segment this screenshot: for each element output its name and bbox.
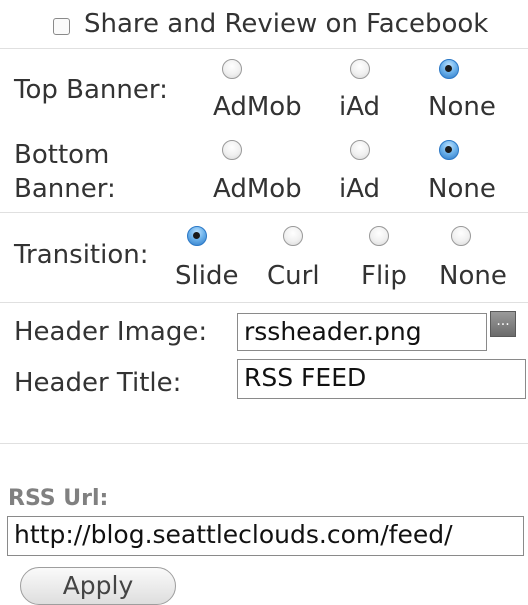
top-banner-option-admob: AdMob (213, 92, 302, 122)
transition-radio-none[interactable] (451, 226, 471, 246)
top-banner-option-none: None (428, 92, 496, 122)
header-image-field[interactable]: rssheader.png (237, 313, 487, 351)
divider (0, 443, 528, 444)
transition-radio-flip[interactable] (369, 226, 389, 246)
transition-label: Transition: (14, 240, 149, 270)
bottom-banner-label-line2: Banner: (14, 174, 116, 204)
bottom-banner-radio-iad[interactable] (350, 140, 370, 160)
transition-option-curl: Curl (267, 261, 320, 291)
transition-radio-curl[interactable] (283, 226, 303, 246)
apply-button[interactable]: Apply (20, 567, 176, 605)
header-image-label: Header Image: (14, 317, 208, 347)
header-image-browse-button[interactable]: ... (490, 311, 516, 337)
share-facebook-checkbox[interactable] (53, 18, 70, 35)
divider (0, 48, 528, 49)
divider (0, 212, 528, 213)
header-title-field[interactable]: RSS FEED (237, 359, 526, 399)
bottom-banner-option-iad: iAd (339, 174, 381, 204)
transition-option-flip: Flip (361, 261, 407, 291)
divider (0, 302, 528, 303)
bottom-banner-option-admob: AdMob (213, 174, 302, 204)
top-banner-radio-iad[interactable] (350, 59, 370, 79)
transition-option-none: None (439, 261, 507, 291)
bottom-banner-label-line1: Bottom (14, 140, 110, 170)
top-banner-option-iad: iAd (339, 92, 381, 122)
top-banner-radio-admob[interactable] (222, 59, 242, 79)
share-facebook-label: Share and Review on Facebook (84, 9, 489, 39)
bottom-banner-option-none: None (428, 174, 496, 204)
top-banner-radio-none[interactable] (439, 59, 459, 79)
bottom-banner-radio-admob[interactable] (222, 140, 242, 160)
transition-option-slide: Slide (175, 261, 239, 291)
rss-url-label: RSS Url: (8, 486, 109, 511)
transition-radio-slide[interactable] (187, 226, 207, 246)
header-title-label: Header Title: (14, 368, 182, 398)
rss-url-field[interactable]: http://blog.seattleclouds.com/feed/ (7, 516, 524, 556)
bottom-banner-radio-none[interactable] (439, 140, 459, 160)
top-banner-label: Top Banner: (14, 75, 168, 105)
